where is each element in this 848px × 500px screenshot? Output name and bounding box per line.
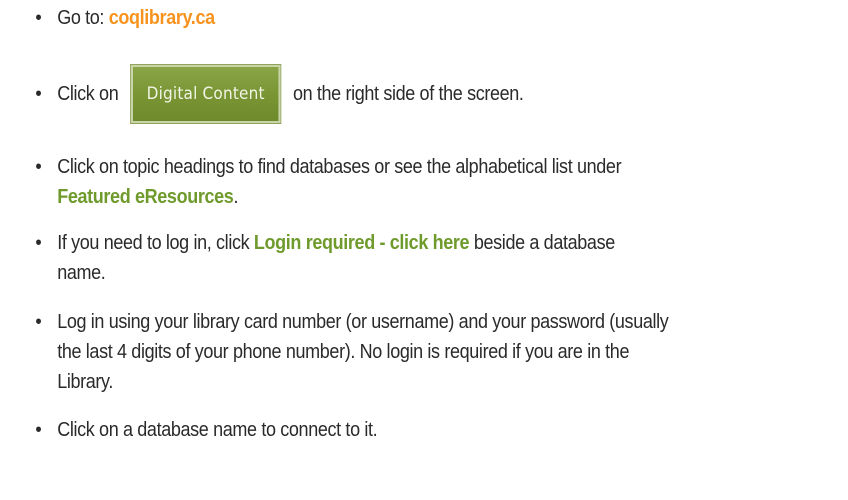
bullet: •: [35, 83, 42, 105]
instructions-document: • Go to: coqlibrary.ca • Click on Digita…: [0, 0, 848, 500]
step-text: If you need to log in, click: [57, 232, 254, 254]
step-text-suffix: on the right side of the screen.: [292, 83, 524, 105]
bullet: •: [35, 311, 42, 333]
step-text: Go to:: [57, 7, 109, 29]
step-text-suffix: .: [233, 186, 239, 208]
step-login-required: • If you need to log in, click Login req…: [32, 228, 752, 288]
step-text-line2: the last 4 digits of your phone number).…: [57, 341, 630, 363]
bullet: •: [35, 419, 42, 441]
step-topic-headings: • Click on topic headings to find databa…: [32, 152, 752, 212]
step-go-to-site: • Go to: coqlibrary.ca: [32, 3, 752, 33]
bullet: •: [35, 232, 42, 254]
step-text: Click on topic headings to find database…: [57, 156, 622, 178]
step-connect-database: • Click on a database name to connect to…: [32, 415, 752, 445]
step-text-line1: Log in using your library card number (o…: [57, 311, 669, 333]
step-text-line3: Library.: [57, 371, 114, 393]
bullet: •: [35, 156, 42, 178]
step-text-suffix: beside a database: [469, 232, 615, 254]
login-required-link[interactable]: Login required - click here: [254, 232, 470, 254]
site-link[interactable]: coqlibrary.ca: [109, 7, 215, 29]
bullet: •: [35, 7, 42, 29]
digital-content-button[interactable]: Digital Content: [130, 64, 282, 124]
step-text: Click on: [57, 83, 119, 105]
step-text-suffix-line2: name.: [57, 262, 106, 284]
featured-eresources-link[interactable]: Featured eResources: [57, 186, 234, 208]
step-click-digital-content: • Click on Digital Content on the right …: [32, 64, 752, 124]
step-log-in: • Log in using your library card number …: [32, 307, 752, 397]
step-text: Click on a database name to connect to i…: [57, 419, 378, 441]
